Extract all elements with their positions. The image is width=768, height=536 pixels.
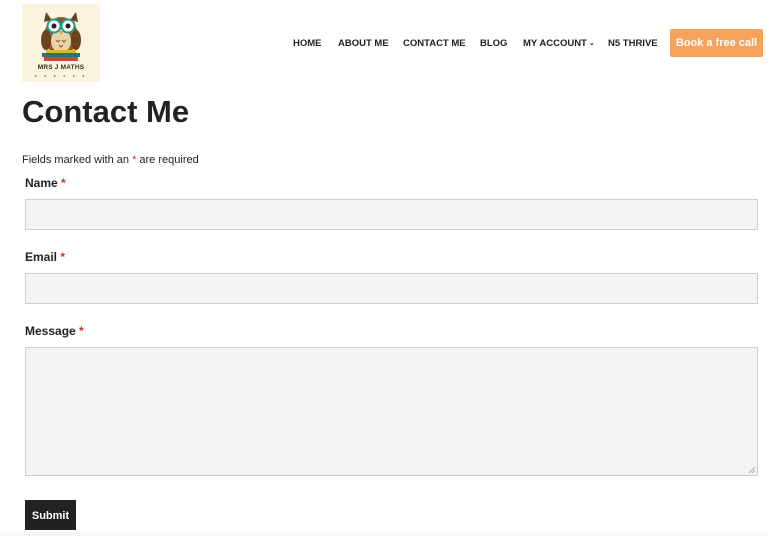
email-label-text: Email <box>25 250 58 264</box>
name-field[interactable] <box>25 199 758 230</box>
name-required-star: * <box>61 176 66 190</box>
message-label: Message * <box>25 324 84 338</box>
email-field[interactable] <box>25 273 758 304</box>
site-logo[interactable]: MRS J MATHS ● ● ● ● ● ● <box>22 4 100 82</box>
book-free-call-button[interactable]: Book a free call <box>670 29 763 57</box>
message-required-star: * <box>79 324 84 338</box>
nav-my-account[interactable]: MY ACCOUNT ⌄ <box>523 38 595 49</box>
nav-my-account-label: MY ACCOUNT <box>523 38 587 49</box>
message-textarea[interactable] <box>25 347 758 476</box>
nav-n5-thrive[interactable]: N5 THRIVE <box>608 38 658 49</box>
nav-about-me[interactable]: ABOUT ME <box>338 38 389 49</box>
email-label: Email * <box>25 250 65 264</box>
owl-icon <box>41 12 81 61</box>
message-label-text: Message <box>25 324 76 338</box>
nav-home-label: HOME <box>293 38 322 49</box>
logo-text: MRS J MATHS <box>37 64 85 71</box>
nav-home[interactable]: HOME <box>293 38 322 49</box>
resize-handle-icon[interactable] <box>748 466 756 474</box>
name-label: Name * <box>25 176 66 190</box>
required-fields-note: Fields marked with an * are required <box>22 154 199 166</box>
required-note-prefix: Fields marked with an <box>22 154 129 166</box>
nav-blog[interactable]: BLOG <box>480 38 507 49</box>
nav-about-me-label: ABOUT ME <box>338 38 389 49</box>
page-bottom-edge <box>0 530 768 536</box>
logo-dots: ● ● ● ● ● ● <box>34 73 88 78</box>
required-note-suffix: are required <box>139 154 199 166</box>
name-label-text: Name <box>25 176 58 190</box>
nav-contact-me-label: CONTACT ME <box>403 38 466 49</box>
chevron-down-icon: ⌄ <box>588 40 595 47</box>
required-star: * <box>132 154 137 166</box>
submit-button[interactable]: Submit <box>25 500 76 532</box>
nav-n5-thrive-label: N5 THRIVE <box>608 38 658 49</box>
nav-blog-label: BLOG <box>480 38 508 49</box>
nav-contact-me[interactable]: CONTACT ME <box>403 38 466 49</box>
email-required-star: * <box>60 250 66 264</box>
page-title: Contact Me <box>22 94 190 129</box>
